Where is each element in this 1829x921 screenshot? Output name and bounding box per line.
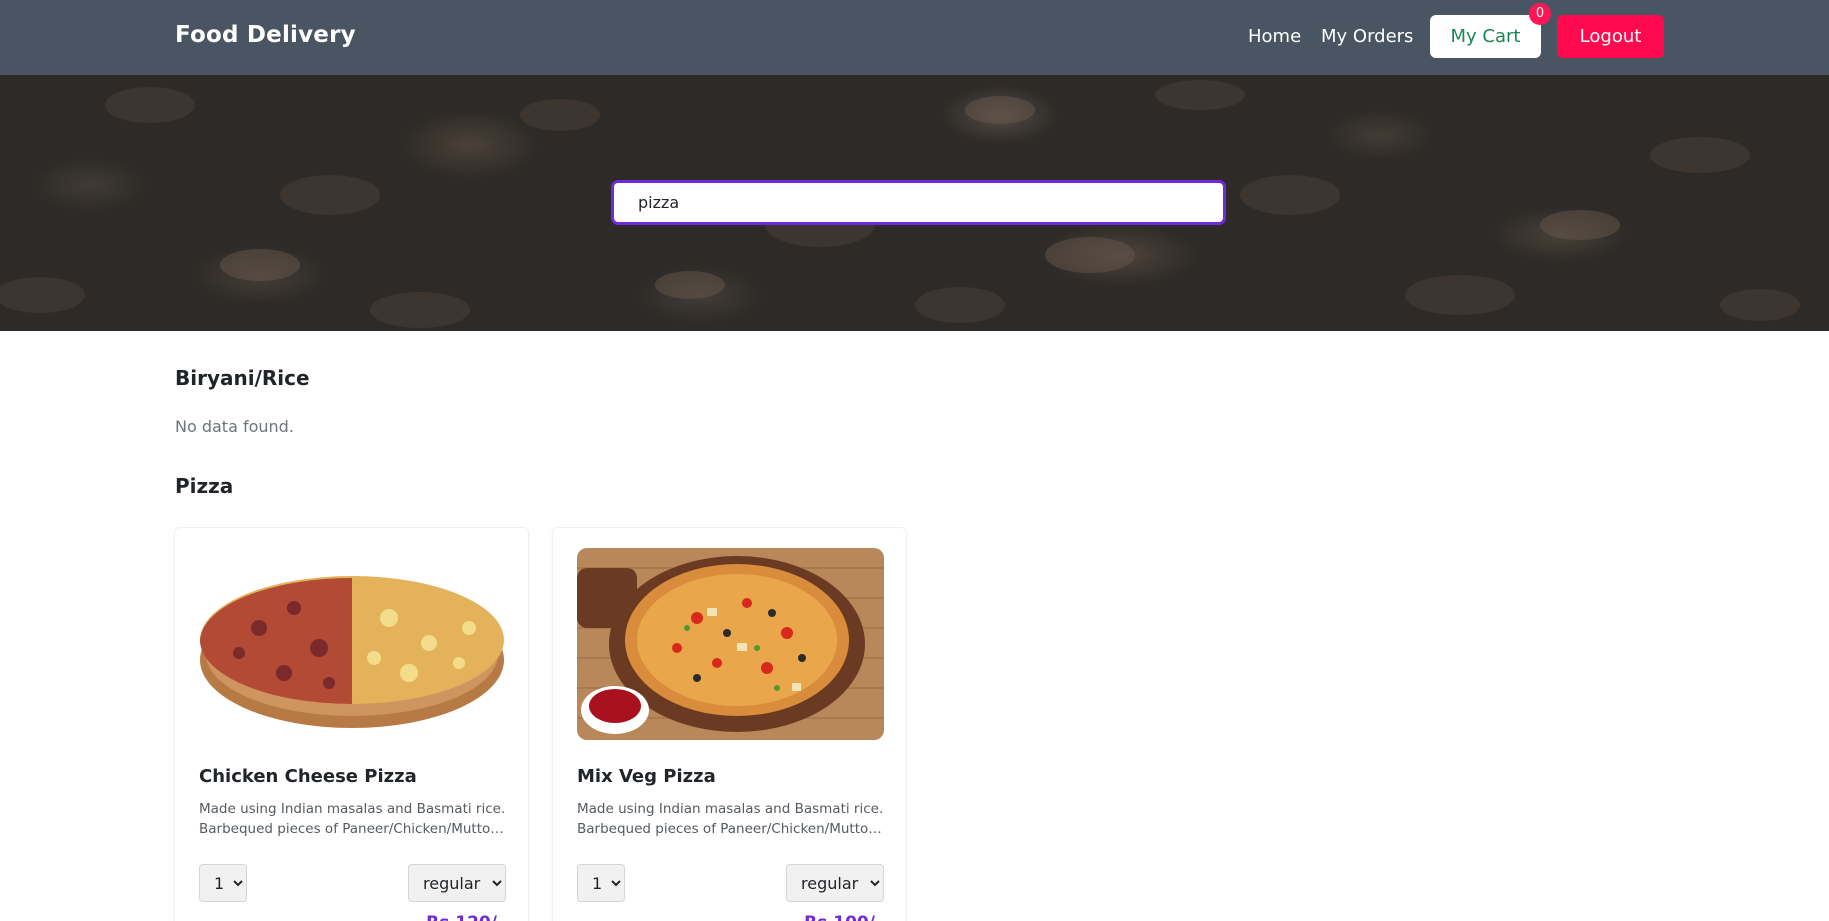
food-card: Mix Veg Pizza Made using Indian masalas … xyxy=(552,527,907,921)
section-title-pizza: Pizza xyxy=(175,474,234,498)
section-title-biryani: Biryani/Rice xyxy=(175,366,310,390)
food-name: Chicken Cheese Pizza xyxy=(199,766,417,787)
food-price: Rs 120/- xyxy=(426,913,504,921)
food-price: Rs 100/- xyxy=(804,913,882,921)
food-card: Chicken Cheese Pizza Made using Indian m… xyxy=(174,527,529,921)
quantity-select[interactable]: 1 xyxy=(577,864,625,902)
food-image xyxy=(577,548,884,740)
cart-count-badge: 0 xyxy=(1529,3,1551,25)
food-name: Mix Veg Pizza xyxy=(577,766,716,787)
quantity-select[interactable]: 1 xyxy=(199,864,247,902)
nav-home-link[interactable]: Home xyxy=(1248,26,1301,47)
food-description: Made using Indian masalas and Basmati ri… xyxy=(577,801,884,837)
size-select[interactable]: regular xyxy=(786,864,884,902)
logout-button[interactable]: Logout xyxy=(1557,15,1664,58)
search-input[interactable] xyxy=(611,180,1226,225)
size-select[interactable]: regular xyxy=(408,864,506,902)
nav-my-orders-link[interactable]: My Orders xyxy=(1321,26,1413,47)
my-cart-button[interactable]: My Cart xyxy=(1430,15,1541,58)
food-description: Made using Indian masalas and Basmati ri… xyxy=(199,801,506,837)
hero-banner xyxy=(0,75,1829,331)
navbar: Food Delivery Home My Orders My Cart 0 L… xyxy=(0,0,1829,75)
food-image xyxy=(199,548,506,740)
empty-state-text: No data found. xyxy=(175,417,294,436)
brand-logo[interactable]: Food Delivery xyxy=(175,22,356,48)
